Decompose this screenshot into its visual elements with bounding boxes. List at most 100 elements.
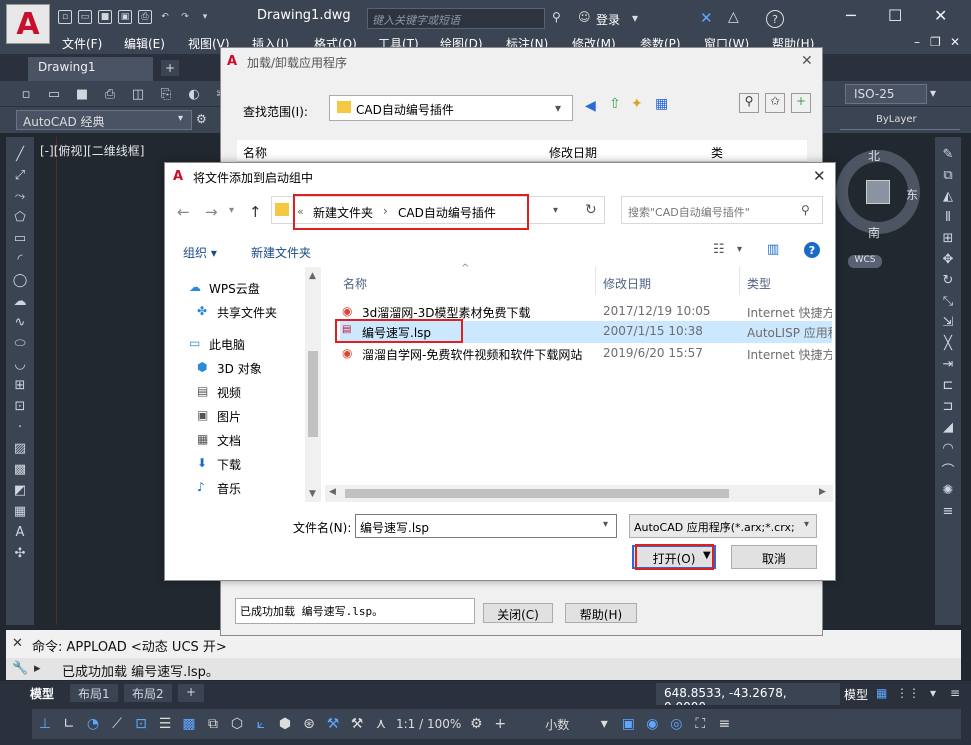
dialog-close-button[interactable]: ✕ <box>801 53 813 69</box>
rectangle-icon[interactable]: ▭ <box>10 229 30 247</box>
lookin-select[interactable]: CAD自动编号插件 <box>329 95 573 121</box>
wrench-icon[interactable]: 🔧 <box>12 661 28 676</box>
open-icon[interactable]: ▭ <box>44 85 64 103</box>
gradient-icon[interactable]: ▩ <box>10 460 30 478</box>
spline-icon[interactable]: ∿ <box>10 313 30 331</box>
file-row[interactable]: ◉ 溜溜自学网-免费软件视频和软件下载网站 2019/6/20 15:57 In… <box>340 343 832 365</box>
print-icon[interactable]: ⎙ <box>138 10 152 24</box>
ortho-icon[interactable]: ⊥ <box>36 715 54 733</box>
filename-input[interactable]: 编号速写.lsp <box>355 514 617 538</box>
path-segment-2[interactable]: CAD自动编号插件 <box>398 204 496 221</box>
coordinate-readout[interactable]: 648.8533, -43.2678, 0.0000 <box>656 683 840 714</box>
clean-screen-icon[interactable]: ⛶ <box>691 715 709 733</box>
mirror-icon[interactable]: ◭ <box>938 187 958 205</box>
history-icon[interactable]: ✩ <box>765 93 785 113</box>
move-icon[interactable]: ✥ <box>938 250 958 268</box>
col-name[interactable]: 名称 <box>243 144 267 161</box>
path-segment-1[interactable]: 新建文件夹 <box>313 204 373 221</box>
tree-item-documents[interactable]: ▦ 文档 <box>165 429 315 452</box>
annotation-monitor-icon[interactable]: + <box>491 715 509 733</box>
nav-recent-icon[interactable]: ▾ <box>229 205 234 216</box>
construction-line-icon[interactable]: ⤢ <box>10 166 30 184</box>
viewcube-top-face[interactable] <box>866 180 890 204</box>
save-as-icon[interactable]: ▣ <box>118 10 132 24</box>
nav-up-icon[interactable]: ↑ <box>249 203 262 221</box>
chamfer-icon[interactable]: ◢ <box>938 418 958 436</box>
compass-east[interactable]: 东 <box>906 186 918 203</box>
scroll-up-icon[interactable]: ▲ <box>309 271 316 281</box>
circle-icon[interactable]: ◯ <box>10 271 30 289</box>
refresh-icon[interactable]: ↻ <box>585 202 597 218</box>
3d-osnap-icon[interactable]: ⬡ <box>228 715 246 733</box>
up-folder-icon[interactable]: ⇧ <box>609 96 621 112</box>
view-options-icon[interactable]: ☷ <box>713 242 725 257</box>
tree-item-shared[interactable]: ✤ 共享文件夹 <box>165 301 315 324</box>
lineweight-icon[interactable]: ☰ <box>156 715 174 733</box>
tree-item-videos[interactable]: ▤ 视频 <box>165 381 315 404</box>
workspace-select[interactable]: AutoCAD 经典 <box>16 110 192 130</box>
model-space-button[interactable]: 模型 <box>844 686 868 703</box>
binoculars-icon[interactable]: ⚲ <box>552 10 561 24</box>
hardware-acceleration-icon[interactable]: ◎ <box>667 715 685 733</box>
add-layout-button[interactable]: + <box>178 684 205 702</box>
preview-icon[interactable]: ◫ <box>128 85 148 103</box>
line-icon[interactable]: ╱ <box>10 145 30 163</box>
help-icon[interactable]: ? <box>804 242 820 258</box>
new-tab-plus-icon[interactable]: + <box>161 60 179 76</box>
address-dropdown-icon[interactable]: ▾ <box>553 205 558 216</box>
mtext-icon[interactable]: A <box>10 523 30 541</box>
doc-minimize-button[interactable]: – <box>914 35 920 49</box>
render-icon[interactable]: ◐ <box>184 85 204 103</box>
compass-north[interactable]: 北 <box>868 147 880 164</box>
compass-south[interactable]: 南 <box>868 224 880 241</box>
annotation-visibility-icon[interactable]: ⚒ <box>324 715 342 733</box>
path-overflow-icon[interactable]: « <box>297 205 304 218</box>
layer-icon[interactable]: ≡ <box>938 502 958 520</box>
views-icon[interactable]: ▦ <box>655 96 668 112</box>
nav-scrollbar[interactable]: ▲ ▼ <box>305 267 321 502</box>
redo-icon[interactable]: ↷ <box>178 10 192 24</box>
ellipse-icon[interactable]: ⬭ <box>10 334 30 352</box>
break-icon[interactable]: ⊏ <box>938 376 958 394</box>
tree-item-this-pc[interactable]: ▭ 此电脑 <box>165 333 315 356</box>
cancel-button[interactable]: 取消 <box>731 545 817 569</box>
new-folder-button[interactable]: 新建文件夹 <box>251 244 311 261</box>
customization-icon[interactable]: ≡ <box>715 715 733 733</box>
grid-icon[interactable]: ▦ <box>876 686 887 700</box>
offset-icon[interactable]: ⫴ <box>938 208 958 226</box>
add-selected-icon[interactable]: ✣ <box>10 544 30 562</box>
filetype-select[interactable]: AutoCAD 应用程序(*.arx;*.crx; <box>629 514 817 538</box>
viewport-label[interactable]: [-][俯视][二维线框] <box>40 142 144 159</box>
scroll-down-icon[interactable]: ▼ <box>309 489 316 499</box>
command-line[interactable]: 🔧 ▸ 已成功加载 编号速写.lsp。 <box>6 658 961 680</box>
file-hscrollbar[interactable]: ◀ ▶ <box>325 485 833 502</box>
auto-scale-icon[interactable]: ⚒ <box>348 715 366 733</box>
annotation-scale-value[interactable]: 1:1 / 100% <box>396 717 461 731</box>
tree-item-music[interactable]: ♪ 音乐 <box>165 477 315 500</box>
col-type[interactable]: 类 <box>711 144 723 161</box>
osnap-icon[interactable]: ⊡ <box>132 715 150 733</box>
revcloud-icon[interactable]: ☁ <box>10 292 30 310</box>
polygon-icon[interactable]: ⬠ <box>10 208 30 226</box>
back-icon[interactable]: ◀ <box>585 98 596 114</box>
publish-icon[interactable]: ⎘ <box>156 85 176 103</box>
menu-file[interactable]: 文件(F) <box>62 35 102 52</box>
command-close-icon[interactable]: ✕ <box>12 636 23 651</box>
open-folder-icon[interactable]: ▭ <box>78 10 92 24</box>
user-icon[interactable]: ☺ <box>578 10 591 24</box>
scroll-left-icon[interactable]: ◀ <box>329 487 336 497</box>
login-link[interactable]: 登录 <box>596 11 620 28</box>
copy-icon[interactable]: ⧉ <box>938 166 958 184</box>
menu-edit[interactable]: 编辑(E) <box>124 35 165 52</box>
nav-forward-icon[interactable]: → <box>205 203 218 221</box>
workspace-gear-icon[interactable]: ⚙ <box>196 112 207 126</box>
search-input[interactable]: 搜索"CAD自动编号插件" <box>621 196 823 224</box>
tab-drawing1[interactable]: Drawing1 <box>28 57 153 81</box>
dimstyle-dropdown-icon[interactable]: ▾ <box>930 86 936 100</box>
infer-icon[interactable]: ∟ <box>60 715 78 733</box>
tree-item-downloads[interactable]: ⬇ 下载 <box>165 453 315 476</box>
units-value[interactable]: 小数 <box>545 716 569 733</box>
selection-cycling-icon[interactable]: ⧉ <box>204 715 222 733</box>
autocad-logo-icon[interactable]: A <box>6 4 50 44</box>
nav-back-icon[interactable]: ← <box>177 203 190 221</box>
